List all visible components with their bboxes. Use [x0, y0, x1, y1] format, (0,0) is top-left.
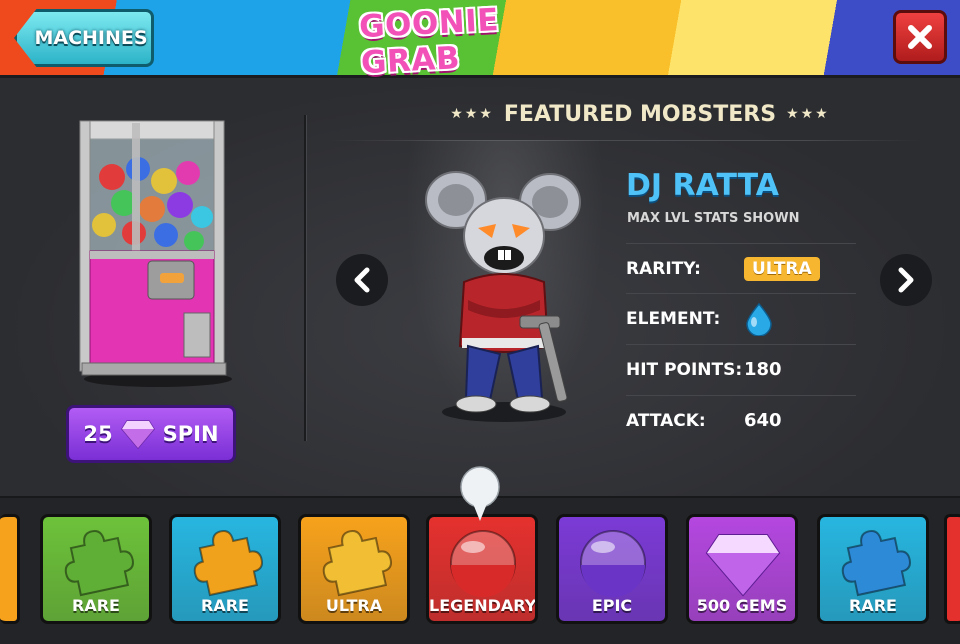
reward-label: LEGENDARY	[429, 596, 537, 615]
selection-pointer-icon	[460, 466, 500, 521]
reward-card-partial-right[interactable]	[944, 514, 960, 624]
reward-label: RARE	[849, 596, 897, 615]
machines-label: MACHINES	[34, 27, 148, 49]
puzzle-piece-icon	[322, 530, 392, 597]
reward-card[interactable]: ULTRA	[298, 514, 410, 624]
chevron-right-icon	[898, 267, 914, 293]
spin-label: SPIN	[162, 422, 219, 446]
reward-card[interactable]: 500 GEMS	[686, 514, 798, 624]
stat-row-rarity: RARITY: ULTRA	[626, 243, 856, 293]
close-icon	[908, 25, 932, 49]
reward-card[interactable]: RARE	[169, 514, 281, 624]
chevron-left-icon	[354, 267, 370, 293]
stat-label: HIT POINTS:	[626, 359, 743, 380]
capsule-icon	[450, 530, 516, 597]
gem-icon	[120, 420, 155, 449]
stat-label: RARITY:	[626, 258, 701, 279]
stat-label: ELEMENT:	[626, 308, 721, 329]
stars-decoration-right: ★★★	[786, 106, 830, 122]
reward-label: EPIC	[591, 596, 633, 615]
stars-decoration-left: ★★★	[450, 106, 494, 122]
gumball-machine-image	[79, 120, 232, 387]
featured-title: FEATURED MOBSTERS	[503, 101, 777, 127]
spin-button[interactable]: 25 SPIN	[66, 405, 236, 463]
vertical-divider	[304, 115, 307, 441]
machines-button[interactable]: MACHINES	[14, 9, 154, 67]
reward-card[interactable]: RARE	[40, 514, 152, 624]
hit-points-value: 180	[744, 359, 782, 380]
stat-row-attack: ATTACK: 640	[626, 395, 856, 445]
mobster-character-image	[425, 171, 581, 422]
puzzle-piece-icon	[193, 530, 263, 597]
stat-row-hit-points: HIT POINTS: 180	[626, 344, 856, 394]
attack-value: 640	[744, 410, 782, 431]
mobster-subtitle: MAX LVL STATS SHOWN	[627, 211, 800, 226]
reward-label: ULTRA	[325, 596, 383, 615]
gem-icon	[705, 534, 781, 597]
reward-card[interactable]: EPIC	[556, 514, 668, 624]
reward-label: 500 GEMS	[696, 596, 788, 615]
reward-card[interactable]: LEGENDARY	[426, 514, 538, 624]
reward-label: RARE	[72, 596, 120, 615]
close-button[interactable]	[893, 10, 947, 64]
reward-label: RARE	[201, 596, 249, 615]
puzzle-piece-icon	[64, 530, 134, 597]
water-drop-icon	[746, 302, 772, 336]
reward-card[interactable]: RARE	[817, 514, 929, 624]
previous-mobster-button[interactable]	[336, 254, 388, 306]
next-mobster-button[interactable]	[880, 254, 932, 306]
capsule-icon	[580, 530, 646, 597]
featured-header: ★★★ FEATURED MOBSTERS ★★★	[440, 98, 840, 130]
stat-row-element: ELEMENT:	[626, 293, 856, 343]
puzzle-piece-icon	[841, 530, 911, 597]
spin-cost: 25	[83, 422, 113, 446]
mobster-name: DJ RATTA	[626, 168, 780, 203]
reward-card-partial-left[interactable]	[0, 514, 20, 624]
rarity-badge: ULTRA	[744, 256, 820, 281]
stat-label: ATTACK:	[626, 410, 706, 431]
page-title: GOONIE GRAB	[358, 2, 500, 82]
